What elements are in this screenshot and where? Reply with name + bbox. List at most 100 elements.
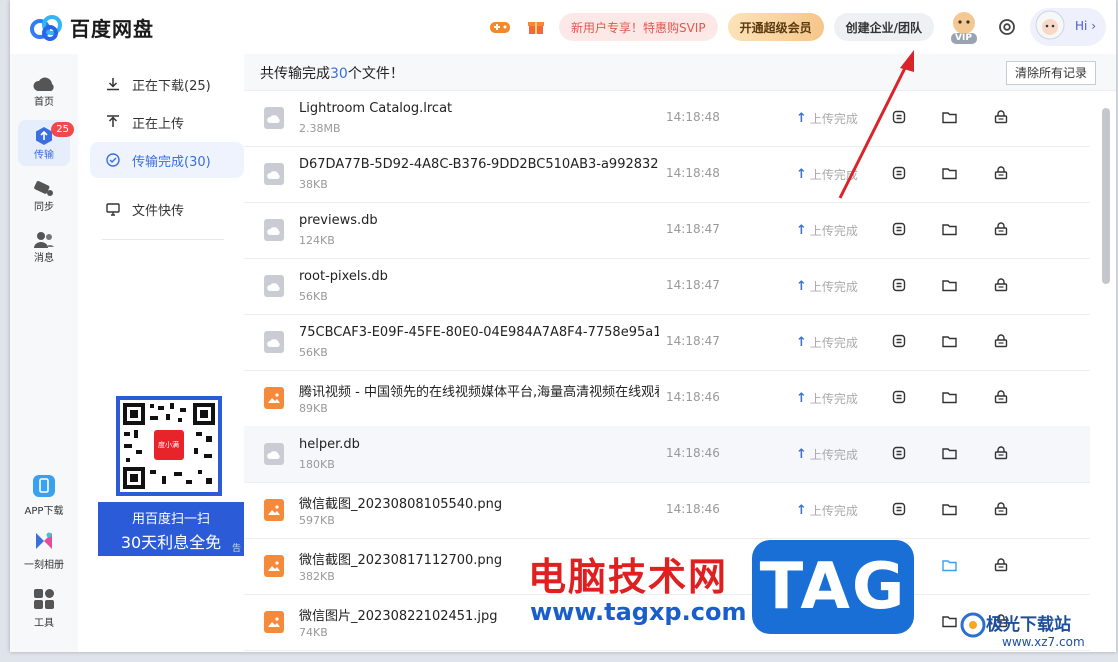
upload-arrow-icon: ↑ [796, 391, 807, 406]
open-folder-icon[interactable] [940, 556, 958, 574]
title-prefix: 共传输完成 [260, 66, 330, 82]
open-folder-icon[interactable] [940, 276, 958, 294]
table-row[interactable]: Lightroom Catalog.lrcat 2.38MB 14:18:48 ↑ 上传… [244, 90, 1090, 147]
user-avatar-icon [1035, 10, 1065, 40]
transfer-time: 14:18:47 [666, 278, 720, 292]
top-bar: 百度网盘 新用户专享！特惠购SVIP 开通超级会员 创建企业/团队 VIP Hi… [10, 0, 1116, 54]
file-name[interactable]: D67DA77B-5D92-4A8C-B376-9DD2BC510AB3-a99… [299, 157, 659, 172]
open-folder-icon[interactable] [940, 332, 958, 350]
table-row[interactable]: D67DA77B-5D92-4A8C-B376-9DD2BC510AB3-a99… [244, 146, 1090, 203]
transfer-status: ↑上传完成 [796, 390, 858, 407]
transfer-time: 14:18:48 [666, 166, 720, 180]
view-record-icon[interactable] [890, 444, 908, 462]
share-lock-icon[interactable] [992, 388, 1010, 406]
table-row[interactable]: 75CBCAF3-E09F-45FE-80E0-04E984A7A8F4-775… [244, 314, 1090, 371]
title-count: 30 [330, 66, 348, 82]
status-label: 上传完成 [809, 392, 858, 406]
status-label: 上传完成 [809, 336, 858, 350]
generic-file-icon [264, 219, 284, 241]
cloud-icon [33, 77, 54, 91]
open-folder-icon[interactable] [940, 444, 958, 462]
file-name[interactable]: 腾讯视频 - 中国领先的在线视频媒体平台,海量高清视频在线观看_2... [299, 381, 659, 400]
file-size: 597KB [299, 514, 335, 527]
share-lock-icon[interactable] [992, 276, 1010, 294]
check-circle-icon [104, 153, 122, 167]
nav-moment-album[interactable]: 一刻相册 [18, 530, 70, 571]
table-row[interactable]: previews.db 124KB 14:18:47 ↑ 上传完成 [244, 202, 1090, 259]
subnav-completed[interactable]: 传输完成(30) [90, 142, 244, 178]
nav-sync[interactable]: 同步 [18, 172, 70, 218]
open-folder-icon[interactable] [940, 220, 958, 238]
monitor-icon [104, 202, 122, 216]
top-actions: 新用户专享！特惠购SVIP 开通超级会员 创建企业/团队 VIP Hi › [487, 7, 1106, 47]
table-row[interactable]: 微信截图_20230808105540.png 597KB 14:18:46 ↑ 上传完… [244, 482, 1090, 539]
table-row[interactable]: root-pixels.db 56KB 14:18:47 ↑ 上传完成 [244, 258, 1090, 315]
user-hi-box[interactable]: Hi › [1030, 8, 1106, 46]
image-file-icon [264, 499, 284, 521]
file-name[interactable]: 75CBCAF3-E09F-45FE-80E0-04E984A7A8F4-775… [299, 325, 659, 340]
nav-transfer[interactable]: 传输 25 [18, 120, 74, 166]
game-icon[interactable] [487, 14, 513, 40]
file-size: 124KB [299, 234, 335, 247]
share-lock-icon[interactable] [992, 500, 1010, 518]
nav-app-download[interactable]: APP下载 [18, 474, 70, 517]
file-name[interactable]: root-pixels.db [299, 269, 659, 284]
subnav-downloading[interactable]: 正在下载(25) [90, 66, 244, 102]
upload-arrow-icon: ↑ [796, 447, 807, 462]
file-name[interactable]: helper.db [299, 437, 659, 452]
nav-tools[interactable]: 工具 [18, 588, 70, 629]
generic-file-icon [264, 163, 284, 185]
qr-line-2: 30天利息全免 [120, 533, 222, 552]
open-folder-icon[interactable] [940, 108, 958, 126]
gift-icon[interactable] [523, 14, 549, 40]
view-record-icon[interactable] [890, 108, 908, 126]
file-name[interactable]: 微信截图_20230808105540.png [299, 493, 659, 512]
qr-inner-logo-text: 度小满 [158, 441, 179, 449]
open-folder-icon[interactable] [940, 500, 958, 518]
file-name[interactable]: Lightroom Catalog.lrcat [299, 101, 659, 116]
nav-message-label: 消息 [34, 252, 54, 264]
open-svip-button[interactable]: 开通超级会员 [727, 13, 824, 41]
upload-arrow-icon: ↑ [796, 335, 807, 350]
subnav-uploading-label: 正在上传 [132, 116, 185, 132]
view-record-icon[interactable] [890, 388, 908, 406]
subnav-quick-transfer[interactable]: 文件快传 [90, 191, 244, 227]
view-record-icon[interactable] [890, 164, 908, 182]
open-folder-icon[interactable] [940, 612, 958, 630]
subnav-uploading[interactable]: 正在上传 [90, 104, 244, 140]
svip-promo-pill[interactable]: 新用户专享！特惠购SVIP [558, 13, 718, 41]
subnav-downloading-label: 正在下载(25) [132, 78, 211, 94]
list-scrollbar[interactable] [1102, 108, 1110, 284]
share-lock-icon[interactable] [992, 444, 1010, 462]
share-lock-icon[interactable] [992, 556, 1010, 574]
transfer-status: ↑上传完成 [796, 502, 858, 519]
transfer-time: 14:18:47 [666, 334, 720, 348]
app-logo[interactable]: 百度网盘 [28, 12, 154, 42]
table-row[interactable]: helper.db 180KB 14:18:46 ↑ 上传完成 [244, 426, 1090, 483]
phone-icon [33, 475, 55, 497]
nav-home[interactable]: 首页 [18, 68, 70, 114]
upload-arrow-icon: ↑ [796, 167, 807, 182]
qr-promo-card[interactable]: 度小满 用百度扫一扫 30天利息全免 告 [98, 394, 244, 556]
view-record-icon[interactable] [890, 220, 908, 238]
open-folder-icon[interactable] [940, 164, 958, 182]
clear-all-records-button[interactable]: 清除所有记录 [1005, 61, 1096, 85]
view-record-icon[interactable] [890, 332, 908, 350]
left-nav: 首页 传输 25 同步 消息 APP下载 一刻相册 工具 [10, 54, 78, 652]
share-lock-icon[interactable] [992, 332, 1010, 350]
share-lock-icon[interactable] [992, 220, 1010, 238]
nav-app-download-label: APP下载 [24, 506, 64, 517]
view-record-icon[interactable] [890, 276, 908, 294]
open-folder-icon[interactable] [940, 388, 958, 406]
file-name[interactable]: previews.db [299, 213, 659, 228]
share-lock-icon[interactable] [992, 164, 1010, 182]
table-row[interactable]: 腾讯视频 - 中国领先的在线视频媒体平台,海量高清视频在线观看_2... 89KB… [244, 370, 1090, 427]
settings-gear-icon[interactable] [994, 14, 1020, 40]
subnav-divider [102, 239, 224, 240]
create-enterprise-button[interactable]: 创建企业/团队 [833, 13, 934, 41]
share-lock-icon[interactable] [992, 108, 1010, 126]
file-size: 74KB [299, 626, 328, 639]
nav-message[interactable]: 消息 [18, 224, 70, 270]
vip-avatar[interactable]: VIP [944, 7, 984, 47]
view-record-icon[interactable] [890, 500, 908, 518]
